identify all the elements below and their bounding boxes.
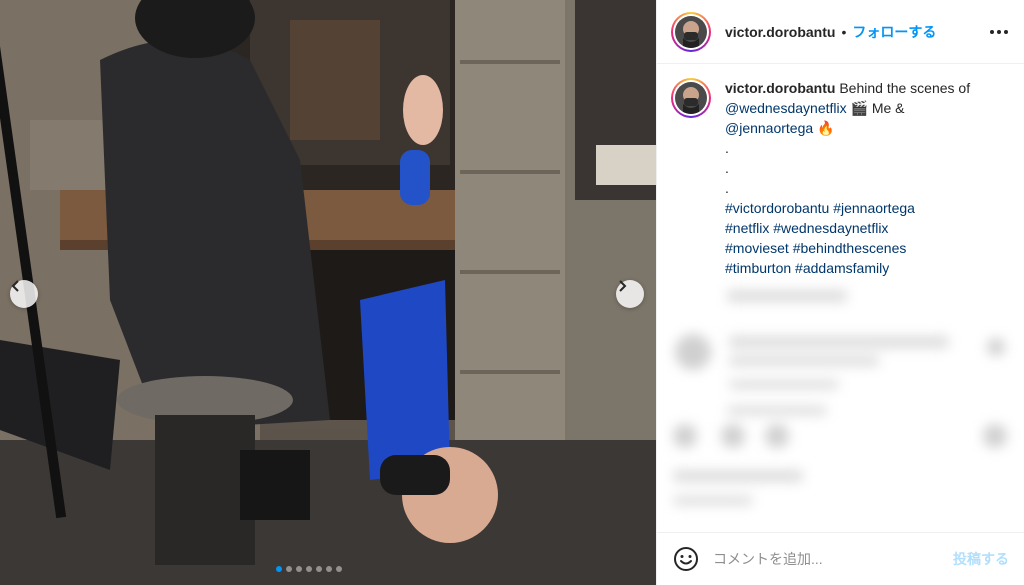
photo-illustration: [0, 0, 656, 585]
caption-text: victor.dorobantu Behind the scenes of @w…: [725, 78, 1010, 278]
carousel-dot: [316, 566, 322, 572]
caption-text-part: Behind the scenes of: [839, 80, 971, 96]
blurred-comments: [657, 282, 1024, 530]
mention-link[interactable]: @jennaortega: [725, 120, 813, 136]
caption-text-part: Me &: [867, 100, 905, 116]
carousel-dot: [336, 566, 342, 572]
carousel-dot: [276, 566, 282, 572]
hashtag-link[interactable]: #timburton: [725, 260, 791, 276]
chevron-right-icon: [619, 280, 627, 292]
avatar-image: [675, 82, 707, 114]
carousel-dot: [286, 566, 292, 572]
post-header: victor.dorobantu • フォローする: [657, 0, 1024, 64]
comment-input[interactable]: [713, 551, 923, 567]
hashtag-link[interactable]: #addamsfamily: [795, 260, 889, 276]
header-separator: •: [841, 23, 847, 40]
avatar-image: [675, 15, 707, 48]
caption-username[interactable]: victor.dorobantu: [725, 80, 835, 96]
hashtag-link[interactable]: #wednesdaynetflix: [773, 220, 888, 236]
header-username[interactable]: victor.dorobantu: [725, 24, 835, 40]
hashtag-link[interactable]: #behindthescenes: [793, 240, 907, 256]
comment-bar: 投稿する: [657, 532, 1024, 585]
carousel-indicator: [276, 566, 342, 572]
carousel-dot: [306, 566, 312, 572]
avatar[interactable]: [671, 11, 711, 52]
post-comment-button[interactable]: 投稿する: [953, 549, 1009, 569]
chevron-left-icon: [11, 280, 19, 292]
previous-photo-button[interactable]: [10, 280, 38, 308]
clapper-emoji: 🎬: [850, 100, 868, 116]
caption: victor.dorobantu Behind the scenes of @w…: [657, 64, 1024, 278]
hashtag-link[interactable]: #victordorobantu: [725, 200, 829, 216]
caption-dot: .: [725, 140, 729, 156]
caption-dot: .: [725, 160, 729, 176]
hashtag-link[interactable]: #jennaortega: [833, 200, 915, 216]
carousel-dot: [296, 566, 302, 572]
carousel-dot: [326, 566, 332, 572]
post-side-panel: victor.dorobantu • フォローする victor.doroban…: [656, 0, 1024, 585]
follow-button[interactable]: フォローする: [852, 22, 936, 42]
mention-link[interactable]: @wednesdaynetflix: [725, 100, 847, 116]
hashtag-link[interactable]: #movieset: [725, 240, 789, 256]
post-photo[interactable]: [0, 0, 656, 585]
caption-dot: .: [725, 180, 729, 196]
caption-avatar[interactable]: [671, 78, 711, 118]
more-horizontal-icon[interactable]: [986, 24, 1012, 40]
smiley-icon[interactable]: [673, 546, 699, 572]
next-photo-button[interactable]: [616, 280, 644, 308]
fire-emoji: 🔥: [817, 120, 835, 136]
hashtag-link[interactable]: #netflix: [725, 220, 769, 236]
